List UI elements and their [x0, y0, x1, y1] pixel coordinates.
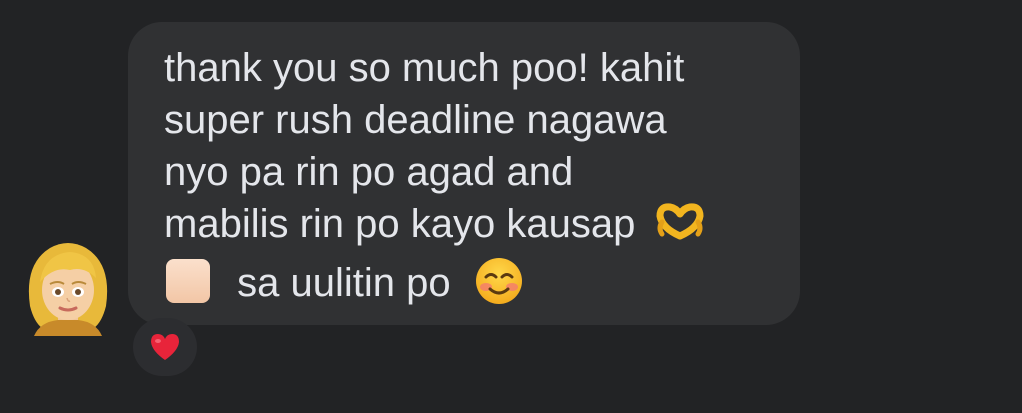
reaction-pill[interactable] — [133, 318, 197, 376]
message-line-3: nyo pa rin po agad and — [164, 150, 574, 194]
message-line-5-text: sa uulitin po — [237, 261, 451, 306]
sender-avatar[interactable] — [20, 236, 116, 336]
message-bubble[interactable]: thank you so much poo! kahit super rush … — [128, 22, 800, 325]
message-line-4: mabilis rin po kayo kausap — [164, 202, 706, 251]
red-heart-icon — [151, 334, 179, 360]
message-line-2: super rush deadline nagawa — [164, 98, 667, 142]
message-line-1: thank you so much poo! kahit — [164, 46, 685, 90]
skin-tone-swatch-icon — [164, 257, 212, 314]
heart-hands-icon — [654, 202, 706, 251]
message-line-5: sa uulitin po — [164, 256, 524, 315]
message-line-4-text: mabilis rin po kayo kausap — [164, 202, 636, 247]
smiling-face-icon — [474, 256, 524, 315]
memoji-avatar-icon — [28, 243, 108, 336]
